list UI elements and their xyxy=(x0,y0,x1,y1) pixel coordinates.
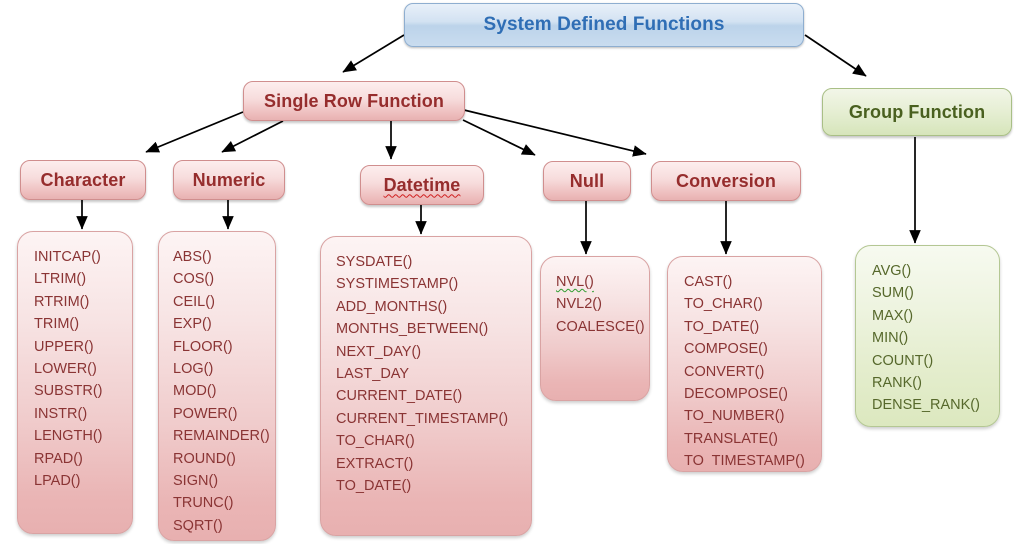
node-label: Group Function xyxy=(848,101,986,122)
node-label: Single Row Function xyxy=(264,90,444,111)
function-item: ABS() xyxy=(173,249,212,265)
character-function-list: INITCAP() LTRIM() RTRIM() TRIM() UPPER() LOWE… xyxy=(34,246,132,492)
function-item: REMAINDER() xyxy=(173,428,270,445)
function-item: LTRIM() xyxy=(34,271,87,288)
function-item: COUNT() xyxy=(872,352,934,369)
function-item: CAST() xyxy=(684,274,733,290)
function-item: NVL() xyxy=(556,271,649,293)
node-group-function[interactable]: Group Function xyxy=(822,88,1012,136)
function-item: INITCAP() xyxy=(34,249,101,265)
panel-numeric-functions: ABS() COS() CEIL() EXP() FLOOR() LOG() MOD() PO… xyxy=(158,231,276,541)
function-item: INSTR() xyxy=(34,405,88,422)
function-item: TO_CHAR() xyxy=(336,433,415,450)
function-item: TO_DATE() xyxy=(684,318,760,335)
null-function-list: NVL() NVL2() COALESCE() xyxy=(556,271,649,338)
function-item: TO_CHAR() xyxy=(684,296,763,313)
function-item: MAX() xyxy=(872,307,914,324)
node-character[interactable]: Character xyxy=(20,160,146,200)
function-item: MIN() xyxy=(872,330,909,347)
edge-root-to-group xyxy=(804,34,867,77)
function-item: RANK() xyxy=(872,375,922,392)
function-item: NVL2() xyxy=(556,296,602,313)
function-item: LPAD() xyxy=(34,473,81,490)
function-item: TO_DATE() xyxy=(336,478,412,495)
edge-root-to-single-row xyxy=(342,34,405,73)
function-item: LOG() xyxy=(173,361,214,378)
function-item: CURRENT_DATE() xyxy=(336,388,463,405)
node-label: Null xyxy=(569,170,605,191)
function-item: LOWER() xyxy=(34,361,97,378)
node-label: System Defined Functions xyxy=(483,14,725,35)
numeric-function-list: ABS() COS() CEIL() EXP() FLOOR() LOG() MOD() PO… xyxy=(173,246,275,537)
spellcheck-underline: NVL() xyxy=(556,274,594,290)
function-item: AVG() xyxy=(872,263,912,279)
function-item: SYSTIMESTAMP() xyxy=(336,276,459,293)
node-conversion[interactable]: Conversion xyxy=(651,161,801,201)
edge-single-row-to-null xyxy=(462,119,536,156)
node-datetime[interactable]: Datetime xyxy=(360,165,484,205)
function-item: DENSE_RANK() xyxy=(872,397,980,414)
function-item: FLOOR() xyxy=(173,338,233,355)
diagram-canvas: System Defined Functions Single Row Func… xyxy=(0,0,1035,544)
node-system-defined-functions[interactable]: System Defined Functions xyxy=(404,3,804,47)
function-item: TO TIMESTAMP() xyxy=(684,453,805,470)
function-item: MONTHS_BETWEEN() xyxy=(336,321,489,338)
panel-conversion-functions: CAST() TO_CHAR() TO_DATE() COMPOSE() CONVERT… xyxy=(667,256,822,472)
function-item: SUM() xyxy=(872,285,914,302)
datetime-function-list: SYSDATE() SYSTIMESTAMP() ADD_MONTHS() MONTH… xyxy=(336,251,531,497)
function-item: ROUND() xyxy=(173,450,236,467)
function-item: EXTRACT() xyxy=(336,455,414,472)
node-null[interactable]: Null xyxy=(543,161,631,201)
function-item: LENGTH() xyxy=(34,428,103,445)
function-item: SQRT() xyxy=(173,517,223,534)
function-item: NEXT_DAY() xyxy=(336,343,422,360)
function-item: ADD_MONTHS() xyxy=(336,298,448,315)
function-item: TRUNC() xyxy=(173,495,234,512)
function-item: UPPER() xyxy=(34,338,94,355)
function-item: TRANSLATE() xyxy=(684,430,778,447)
function-item: TO_NUMBER() xyxy=(684,408,785,425)
edge-single-row-to-numeric xyxy=(221,120,284,153)
node-single-row-function[interactable]: Single Row Function xyxy=(243,81,465,121)
group-function-list: AVG() SUM() MAX() MIN() COUNT() RANK() DENSE_R… xyxy=(872,260,999,417)
function-item: COMPOSE() xyxy=(684,341,768,358)
function-item: SYSDATE() xyxy=(336,254,413,270)
function-item: RTRIM() xyxy=(34,293,90,310)
panel-datetime-functions: SYSDATE() SYSTIMESTAMP() ADD_MONTHS() MONTH… xyxy=(320,236,532,536)
function-item: MOD() xyxy=(173,383,217,400)
function-item: RPAD() xyxy=(34,450,83,467)
edge-single-row-to-conversion xyxy=(463,109,647,157)
function-item: EXP() xyxy=(173,316,212,333)
edge-single-row-to-character xyxy=(145,111,244,153)
function-item: LAST_DAY xyxy=(336,366,410,383)
panel-group-functions: AVG() SUM() MAX() MIN() COUNT() RANK() DENSE_R… xyxy=(855,245,1000,427)
function-item: COALESCE() xyxy=(556,318,645,335)
function-item: SUBSTR() xyxy=(34,383,103,400)
conversion-function-list: CAST() TO_CHAR() TO_DATE() COMPOSE() CONVERT… xyxy=(684,271,821,473)
node-label: Numeric xyxy=(192,169,266,190)
function-item: TRIM() xyxy=(34,316,80,333)
node-label: Conversion xyxy=(675,170,777,191)
node-numeric[interactable]: Numeric xyxy=(173,160,285,200)
node-label: Datetime xyxy=(383,174,461,195)
function-item: CONVERT() xyxy=(684,363,765,380)
function-item: COS() xyxy=(173,271,215,288)
panel-null-functions: NVL() NVL2() COALESCE() xyxy=(540,256,650,401)
function-item: DECOMPOSE() xyxy=(684,386,788,403)
function-item: SIGN() xyxy=(173,473,219,490)
panel-character-functions: INITCAP() LTRIM() RTRIM() TRIM() UPPER() LOWE… xyxy=(17,231,133,534)
function-item: POWER() xyxy=(173,405,238,422)
function-item: CEIL() xyxy=(173,293,215,310)
function-item: CURRENT_TIMESTAMP() xyxy=(336,410,509,427)
node-label: Character xyxy=(40,169,126,190)
